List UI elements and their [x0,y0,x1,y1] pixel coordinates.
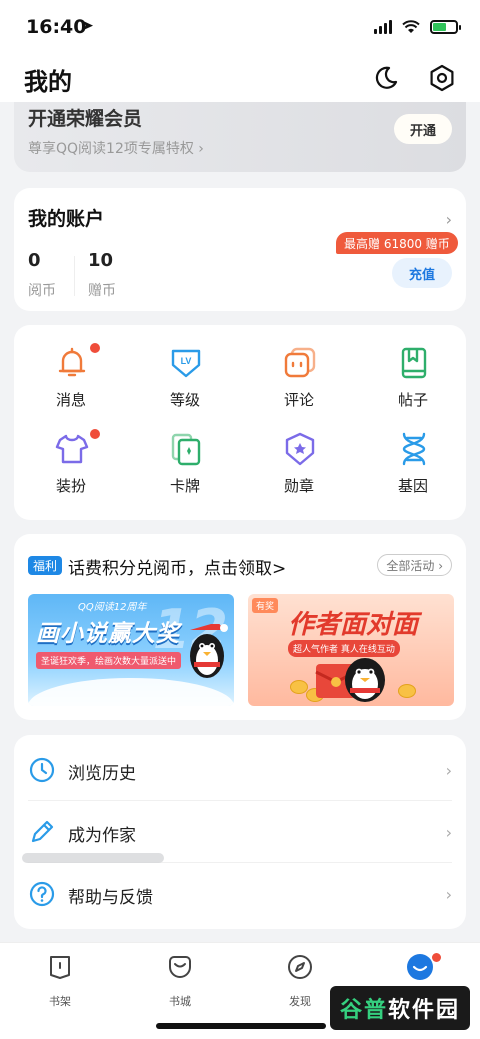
watermark-logo: 谷普 软件园 [330,986,470,1030]
blurred-overlay [22,853,164,863]
coins-label: 阅币 [28,283,56,299]
tab-label: 发现 [289,995,311,1008]
vip-title: 开通荣耀会员 [28,108,143,130]
banner-subtitle: QQ阅读12周年 [78,602,147,613]
pen-icon [31,820,54,843]
notification-dot [90,429,100,439]
feature-comments[interactable]: 评论 [244,345,354,429]
feature-messages[interactable]: 消息 [16,343,126,429]
account-title: 我的账户 [28,208,105,230]
penguin-mascot-icon [190,624,228,678]
feature-label: 卡牌 [169,477,200,495]
events-title-link[interactable]: 话费积分兑阅币，点击领取> [68,554,286,579]
coins-value: 0 [28,250,41,271]
bookshelf-icon [50,956,70,979]
card-icon [171,433,201,466]
feature-label: 评论 [283,391,314,409]
banner-draw-novel[interactable]: 12 QQ阅读12周年 画小说赢大奖 圣诞狂欢季，绘画次数大量派送中 [28,594,234,706]
watermark-text-green: 谷普 [339,998,388,1023]
menu-list: 浏览历史 › 成为作家 › 帮助与反馈 › [14,735,466,929]
vip-membership-card[interactable]: 开通荣耀会员 尊享QQ阅读12项专属特权 › 开通 [14,102,466,172]
gift-coins-label: 赠币 [88,283,116,299]
penguin-mascot-icon [345,658,385,702]
cloud-decoration [28,678,234,706]
feature-posts[interactable]: 帖子 [358,345,468,429]
feature-label: 装扮 [55,477,86,495]
medal-icon [285,432,315,466]
gift-coins-value: 10 [88,250,114,271]
feature-label: 勋章 [283,477,314,495]
status-time: 16:40 [26,16,87,38]
tab-label: 书城 [169,995,191,1008]
chevron-right-icon[interactable]: › [446,210,452,229]
notification-dot [432,953,441,962]
dna-icon [402,432,426,466]
tab-discover[interactable]: 发现 [260,953,340,1009]
vip-open-button[interactable]: 开通 [394,114,452,144]
notification-dot [90,343,100,353]
compass-icon [288,955,312,979]
status-icons [374,20,461,34]
shirt-icon [55,434,89,464]
svg-text:LV: LV [181,356,192,366]
banner-meet-authors[interactable]: 有奖 作者面对面 超人气作者 真人在线互动 [248,594,454,706]
feature-cards[interactable]: 卡牌 [130,431,240,515]
chevron-right-icon: › [445,823,452,842]
feature-label: 等级 [169,391,200,409]
coin-decoration [290,680,308,694]
tab-bookshelf[interactable]: 书架 [20,953,100,1009]
coin-decoration [398,684,416,698]
tab-label: 书架 [49,995,71,1008]
all-activities-button[interactable]: 全部活动 › [377,554,452,576]
watermark-text-white: 软件园 [388,998,461,1023]
feature-dressup[interactable]: 装扮 [16,429,126,515]
feature-label: 消息 [55,391,86,409]
bookmark-icon [401,347,427,379]
clock-icon [29,757,55,783]
cellular-signal-icon [374,20,392,34]
help-icon [29,881,55,907]
chevron-right-icon: › [445,761,452,780]
store-icon [169,956,191,979]
banner-title: 画小说赢大奖 [36,621,180,647]
feature-medals[interactable]: 勋章 [244,431,354,515]
battery-icon [430,20,461,34]
welfare-tag: 福利 [28,556,63,575]
features-grid: 消息 LV 等级 评论 帖子 装扮 卡牌 勋章 基因 [14,325,466,520]
chevron-right-icon: › [445,885,452,904]
night-mode-moon-icon[interactable] [370,62,402,94]
me-icon [407,954,433,980]
tab-bookstore[interactable]: 书城 [140,953,220,1009]
recharge-button[interactable]: 充值 [392,258,452,288]
wifi-icon [402,20,420,33]
divider [74,256,75,296]
menu-label: 浏览历史 [68,764,136,784]
banner-prize-tag: 有奖 [252,598,279,613]
promo-badge: 最高赠 61800 赠币 [336,232,458,254]
home-indicator[interactable] [156,1023,326,1029]
banner-title: 作者面对面 [288,610,419,640]
menu-item-history[interactable]: 浏览历史 › [28,739,452,801]
feature-genes[interactable]: 基因 [358,431,468,515]
level-icon: LV [171,349,201,378]
menu-item-help-feedback[interactable]: 帮助与反馈 › [28,863,452,925]
page-header: 我的 [0,56,480,102]
feature-label: 基因 [397,477,428,495]
page-title: 我的 [24,68,72,96]
menu-label: 帮助与反馈 [68,888,153,908]
banner-caption: 圣诞狂欢季，绘画次数大量派送中 [36,652,182,669]
location-arrow-icon: ➤ [82,18,94,34]
menu-label: 成为作家 [68,826,136,846]
bell-icon [58,347,86,377]
settings-gear-icon[interactable] [426,62,458,94]
account-card[interactable]: 我的账户 › 0 阅币 10 赠币 最高赠 61800 赠币 充值 [14,188,466,311]
status-bar: 16:40 ➤ [0,0,480,56]
vip-subtitle[interactable]: 尊享QQ阅读12项专属特权 › [28,138,204,158]
feature-label: 帖子 [397,391,428,409]
events-card: 福利 话费积分兑阅币，点击领取> 全部活动 › 12 QQ阅读12周年 画小说赢… [14,534,466,720]
comment-icon [284,347,316,378]
feature-level[interactable]: LV 等级 [130,345,240,429]
